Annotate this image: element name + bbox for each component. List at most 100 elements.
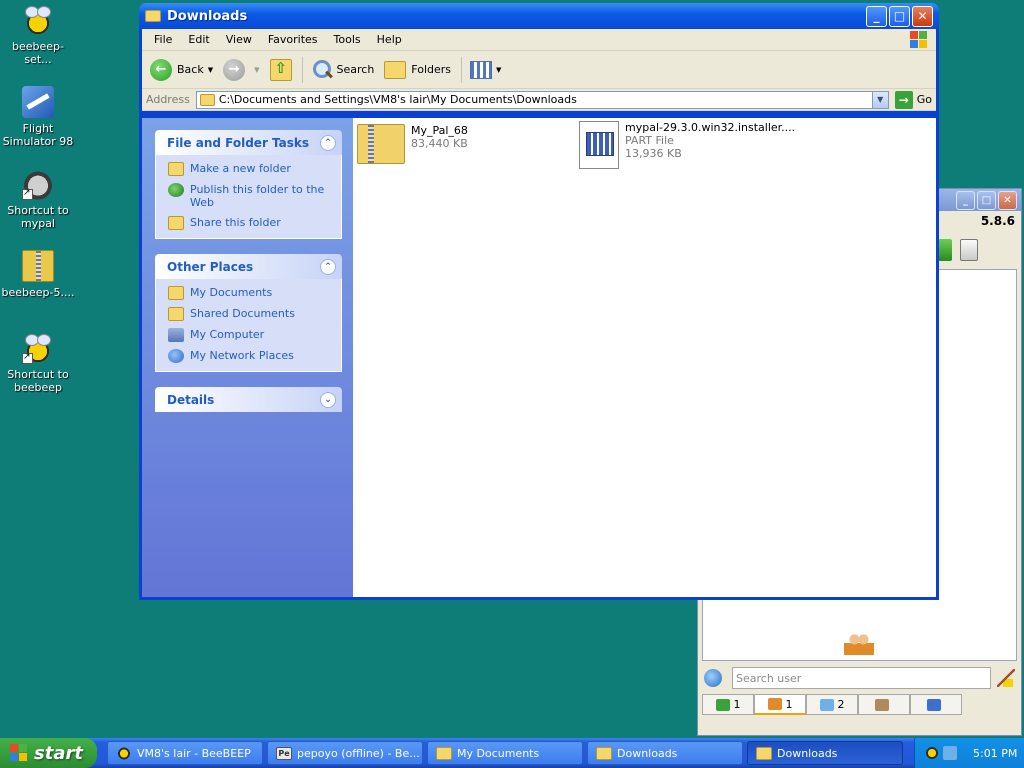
system-tray: 5:01 PM xyxy=(914,738,1024,768)
window-titlebar[interactable]: Downloads _ □ ✕ xyxy=(139,3,939,29)
place-my-network-places[interactable]: My Network Places xyxy=(168,349,341,363)
minimize-button[interactable]: _ xyxy=(956,190,975,210)
address-input[interactable]: C:\Documents and Settings\VM8's lair\My … xyxy=(195,90,889,109)
folder-icon xyxy=(199,93,215,106)
place-shared-documents[interactable]: Shared Documents xyxy=(168,307,341,321)
folders-button[interactable]: Folders xyxy=(384,60,451,79)
flight-simulator-icon xyxy=(22,86,54,118)
menu-tools[interactable]: Tools xyxy=(326,33,369,46)
beebeep-toolbar xyxy=(938,239,978,261)
desktop-icon-flight-simulator[interactable]: Flight Simulator 98 xyxy=(0,86,76,148)
chevron-down-icon[interactable]: ▼ xyxy=(208,66,213,74)
standard-toolbar: ← Back ▼ → ▼ Search Folders ▼ xyxy=(142,51,936,89)
menu-favorites[interactable]: Favorites xyxy=(260,33,326,46)
desktop-icon-label: beebeep-5.... xyxy=(1,286,75,299)
file-list[interactable]: My_Pal_68 83,440 KB mypal-29.3.0.win32.i… xyxy=(353,118,936,597)
place-my-documents[interactable]: My Documents xyxy=(168,286,341,300)
up-button[interactable] xyxy=(269,58,292,81)
panel-header[interactable]: File and Folder Tasks ⌃ xyxy=(155,130,342,155)
mypal-icon xyxy=(22,168,54,200)
menu-help[interactable]: Help xyxy=(369,33,410,46)
folder-up-icon xyxy=(269,58,292,81)
close-button[interactable]: ✕ xyxy=(912,5,933,27)
taskbar-item-my-documents[interactable]: My Documents xyxy=(427,741,583,765)
panel-header[interactable]: Other Places ⌃ xyxy=(155,254,342,279)
window-title: Downloads xyxy=(167,8,248,24)
tab-files[interactable] xyxy=(910,694,962,715)
taskbar-item-downloads[interactable]: Downloads xyxy=(587,741,743,765)
task-label: Make a new folder xyxy=(190,162,291,175)
chevron-up-icon[interactable]: ⌃ xyxy=(320,134,336,151)
chevron-down-icon[interactable]: ⌄ xyxy=(320,391,336,408)
tab-home[interactable]: 1 xyxy=(702,694,754,715)
desktop-icon-beebeep-setup[interactable]: beebeep-set... xyxy=(0,4,76,66)
taskbar-item-beebeep[interactable]: VM8's lair - BeeBEEP xyxy=(107,741,263,765)
beebeep-tray-icon[interactable] xyxy=(925,746,939,760)
place-label: Shared Documents xyxy=(190,307,295,320)
folder-icon xyxy=(168,286,184,300)
menu-bar: File Edit View Favorites Tools Help xyxy=(142,29,936,51)
task-share-folder[interactable]: Share this folder xyxy=(168,216,341,230)
clock[interactable]: 5:01 PM xyxy=(973,747,1017,760)
tab-chats[interactable]: 2 xyxy=(806,694,858,715)
desktop-icon-mypal-shortcut[interactable]: Shortcut to mypal xyxy=(0,168,76,230)
clear-search-icon[interactable] xyxy=(997,669,1015,687)
close-button[interactable]: ✕ xyxy=(998,190,1017,210)
task-make-new-folder[interactable]: Make a new folder xyxy=(168,162,341,176)
chevron-down-icon[interactable]: ▼ xyxy=(254,66,259,74)
toolbar-separator xyxy=(461,56,463,83)
tab-groups[interactable] xyxy=(858,694,910,715)
panel-header[interactable]: Details ⌄ xyxy=(155,387,342,412)
computer-icon xyxy=(168,328,184,342)
maximize-button[interactable]: □ xyxy=(889,5,910,27)
tab-count: 1 xyxy=(733,698,741,711)
desktop-icon-label: Shortcut to beebeep xyxy=(7,368,69,394)
minimize-button[interactable]: _ xyxy=(866,5,887,27)
tab-users[interactable]: 1 xyxy=(754,694,806,715)
groups-icon xyxy=(875,698,889,711)
place-label: My Documents xyxy=(190,286,273,299)
start-button[interactable]: start xyxy=(0,738,97,768)
shortcut-arrow-icon xyxy=(22,187,33,200)
search-user-input[interactable]: Search user xyxy=(732,667,991,689)
forward-button[interactable]: → ▼ xyxy=(223,58,260,81)
chevron-up-icon[interactable]: ⌃ xyxy=(320,258,336,275)
go-arrow-icon: → xyxy=(894,90,913,109)
taskbar-item-downloads-active[interactable]: Downloads xyxy=(747,741,903,765)
go-button[interactable]: → Go xyxy=(894,90,932,109)
chat-icon xyxy=(819,698,834,711)
file-item-my-pal[interactable]: My_Pal_68 83,440 KB xyxy=(357,124,468,164)
home-icon xyxy=(715,698,730,711)
go-label: Go xyxy=(916,93,932,106)
beebeep-search-bar: Search user xyxy=(704,666,1015,690)
network-tray-icon[interactable] xyxy=(943,746,957,760)
task-publish-folder[interactable]: Publish this folder to the Web xyxy=(168,183,341,209)
menu-file[interactable]: File xyxy=(146,33,180,46)
panel-title: File and Folder Tasks xyxy=(167,135,310,150)
desktop-icon-beebeep-zip[interactable]: beebeep-5.... xyxy=(0,250,76,299)
maximize-button[interactable]: □ xyxy=(977,190,996,210)
search-icon xyxy=(311,59,333,81)
trash-icon[interactable] xyxy=(960,239,978,261)
views-button[interactable]: ▼ xyxy=(470,60,501,79)
file-size: 13,936 KB xyxy=(625,147,682,160)
menu-view[interactable]: View xyxy=(218,33,260,46)
menu-edit[interactable]: Edit xyxy=(180,33,217,46)
address-path: C:\Documents and Settings\VM8's lair\My … xyxy=(218,93,577,106)
taskbar-item-pepoyo[interactable]: Pe pepoyo (offline) - Be... xyxy=(267,741,423,765)
folder-icon xyxy=(145,10,161,22)
publish-web-icon xyxy=(168,183,184,197)
back-button[interactable]: ← Back ▼ xyxy=(150,58,213,81)
chevron-down-icon[interactable]: ▼ xyxy=(871,91,888,108)
desktop-icon-beebeep-shortcut[interactable]: Shortcut to beebeep xyxy=(0,332,76,394)
chevron-down-icon[interactable]: ▼ xyxy=(496,66,501,74)
search-button[interactable]: Search xyxy=(311,59,374,81)
place-my-computer[interactable]: My Computer xyxy=(168,328,341,342)
task-pane: File and Folder Tasks ⌃ Make a new folde… xyxy=(142,118,353,597)
globe-icon[interactable] xyxy=(704,669,722,687)
taskbar-items: VM8's lair - BeeBEEP Pe pepoyo (offline) … xyxy=(107,741,907,765)
download-arrow-icon[interactable] xyxy=(938,239,952,261)
other-places-panel: Other Places ⌃ My Documents Shared Docum… xyxy=(155,254,342,372)
file-item-mypal-installer[interactable]: mypal-29.3.0.win32.installer.... PART Fi… xyxy=(579,121,795,169)
panel-title: Other Places xyxy=(167,259,254,274)
